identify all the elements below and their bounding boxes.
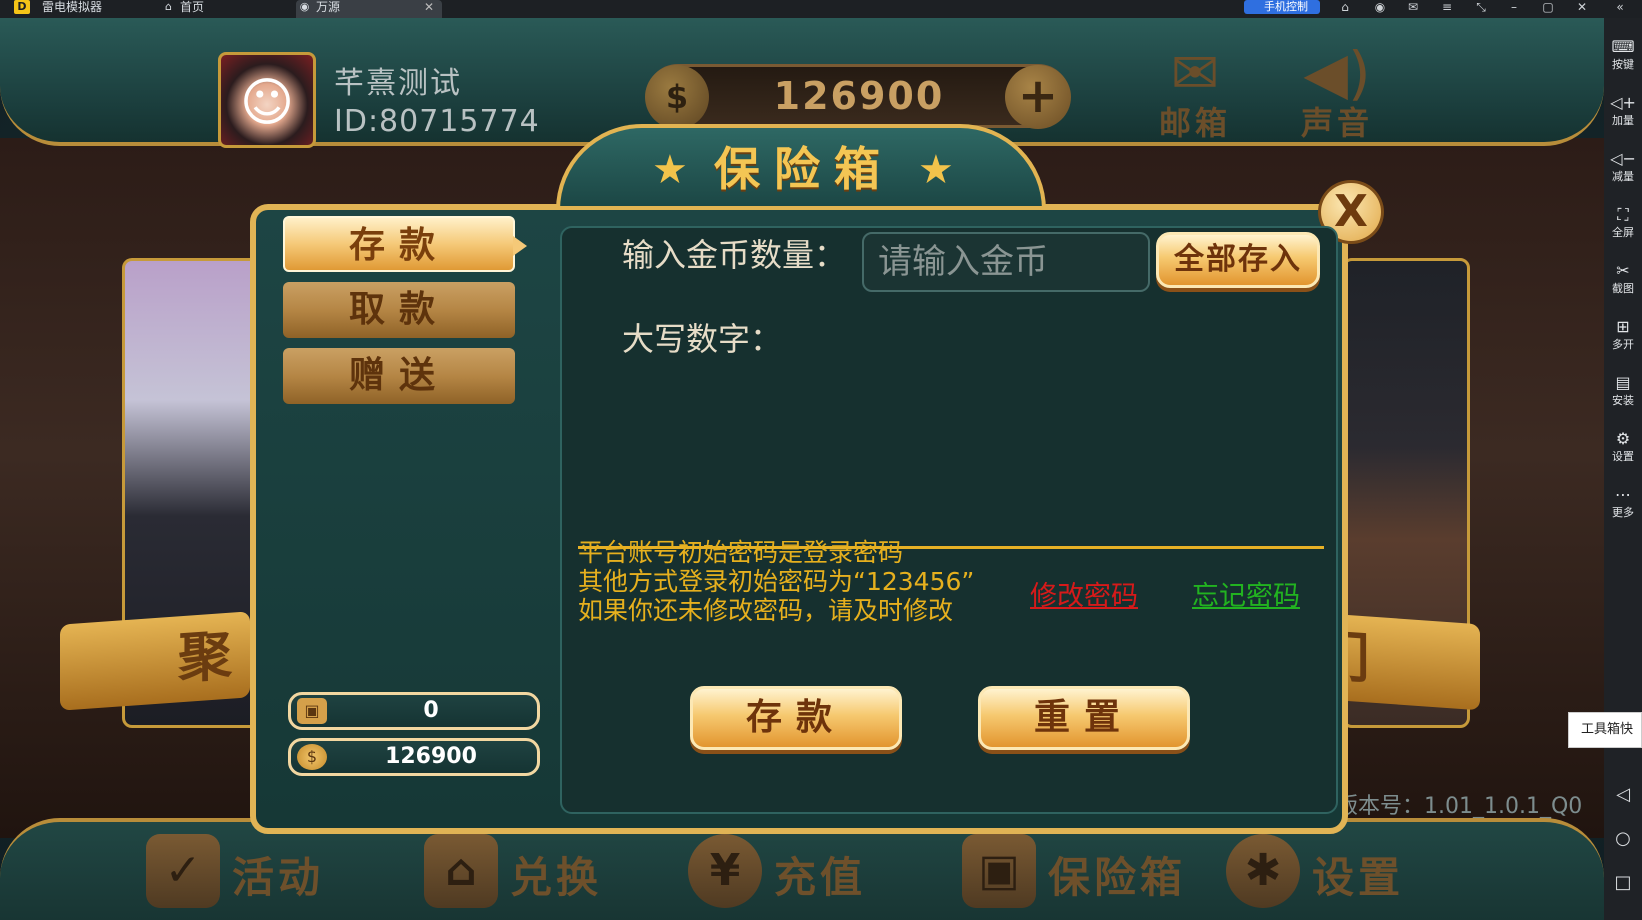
reset-button[interactable]: 重置 (978, 686, 1190, 750)
home-icon: ⌂ (165, 0, 172, 13)
tab-gift-label: 赠送 (348, 355, 449, 396)
safe-modal-layer: ★ 保险箱 ★ X 存款 取款 赠送 ▣ 0 $ 126900 输入金币数量： … (0, 18, 1604, 920)
emulator-window: D 雷电模拟器 ⌂ 首页 ◉ 万源 ✕ 手机控制 ⌂ ◉ ✉ ≡ ⤡ – ▢ ✕… (0, 0, 1642, 920)
amount-input[interactable]: 请输入金币 (862, 232, 1150, 292)
emulator-sidebar: ⌨ 按键 ◁+ 加量 ◁− 减量 ⛶ 全屏 ✂ 截图 ⊞ 多开 ▤ 安装 ⚙ 设置 ⋯ 更多 ◁ … (1604, 18, 1642, 920)
close-tab-icon[interactable]: ✕ (424, 0, 434, 14)
emulator-title-bar: D 雷电模拟器 ⌂ 首页 ◉ 万源 ✕ 手机控制 ⌂ ◉ ✉ ≡ ⤡ – ▢ ✕… (0, 0, 1642, 18)
sidebar-item-label: 按键 (1612, 58, 1634, 71)
sidebar-item-label: 加量 (1612, 114, 1634, 127)
sidebar-item-label: 更多 (1612, 506, 1634, 519)
tab-home[interactable]: ⌂ 首页 (160, 0, 280, 18)
deposit-all-button[interactable]: 全部存入 (1156, 232, 1320, 288)
star-icon: ★ (652, 147, 688, 193)
app-icon: ◉ (299, 0, 310, 13)
coin-icon: $ (297, 744, 327, 770)
account-icon[interactable]: ◉ (1372, 0, 1388, 14)
multi-instance-icon: ⊞ (1616, 317, 1630, 336)
maximize-icon[interactable]: ▢ (1540, 0, 1556, 14)
tab-gift[interactable]: 赠送 (283, 348, 515, 404)
sidebar-item-fullscreen[interactable]: ⛶ 全屏 (1604, 196, 1642, 248)
recents-square-icon[interactable]: □ (1604, 868, 1642, 898)
active-tab-arrow-icon (513, 236, 527, 256)
tab-deposit[interactable]: 存款 (283, 216, 527, 272)
menu-icon[interactable]: ≡ (1439, 0, 1455, 14)
uppercase-number-label: 大写数字： (622, 320, 783, 358)
sidebar-item-install[interactable]: ▤ 安装 (1604, 364, 1642, 416)
deposit-button[interactable]: 存款 (690, 686, 902, 750)
tab-app-label: 万源 (316, 0, 341, 14)
scissors-icon: ✂ (1616, 261, 1630, 280)
restore-icon[interactable]: ⤡ (1473, 0, 1489, 14)
sidebar-item-label: 全屏 (1612, 226, 1634, 239)
notice-line: 平台账号初始密码是登录密码 (578, 538, 904, 567)
safe-balance-row: ▣ 0 (288, 692, 540, 730)
home-circle-icon[interactable]: ○ (1604, 824, 1642, 854)
sidebar-item-keys[interactable]: ⌨ 按键 (1604, 28, 1642, 80)
sidebar-item-label: 安装 (1612, 394, 1634, 407)
notice-line: 其他方式登录初始密码为“123456” (578, 567, 975, 596)
safe-balance-value: 0 (423, 698, 439, 723)
modal-title-plate: ★ 保险箱 ★ (556, 124, 1046, 210)
sidebar-item-settings[interactable]: ⚙ 设置 (1604, 420, 1642, 472)
emulator-app-name: 雷电模拟器 (22, 0, 142, 18)
tab-deposit-label: 存款 (348, 225, 449, 266)
back-icon[interactable]: ◁ (1604, 780, 1642, 810)
volume-up-icon: ◁+ (1610, 93, 1636, 112)
keyboard-icon: ⌨ (1611, 37, 1635, 56)
sidebar-item-label: 设置 (1612, 450, 1634, 463)
fullscreen-icon: ⛶ (1617, 205, 1629, 224)
gear-icon: ⚙ (1615, 429, 1631, 448)
apk-install-icon: ▤ (1615, 373, 1631, 392)
briefcase-icon: ▣ (297, 698, 327, 724)
phone-control-button[interactable]: 手机控制 (1244, 0, 1320, 14)
tab-withdraw[interactable]: 取款 (283, 282, 515, 338)
change-password-link[interactable]: 修改密码 (1030, 574, 1138, 613)
toolbox-tooltip[interactable]: 工具箱快 (1568, 712, 1642, 748)
more-icon: ⋯ (1615, 485, 1631, 504)
sidebar-item-label: 截图 (1612, 282, 1634, 295)
sidebar-item-label: 多开 (1612, 338, 1634, 351)
tab-withdraw-label: 取款 (348, 289, 449, 330)
phone-control-label: 手机控制 (1264, 0, 1308, 13)
amount-input-placeholder: 请输入金币 (878, 242, 1048, 282)
emulator-app-name-label: 雷电模拟器 (42, 0, 103, 14)
forgot-password-link[interactable]: 忘记密码 (1192, 574, 1300, 613)
sidebar-item-multi[interactable]: ⊞ 多开 (1604, 308, 1642, 360)
wallet-balance-row: $ 126900 (288, 738, 540, 776)
sidebar-item-volume-up[interactable]: ◁+ 加量 (1604, 84, 1642, 136)
sidebar-item-more[interactable]: ⋯ 更多 (1604, 476, 1642, 528)
tab-home-label: 首页 (180, 0, 205, 14)
mail-icon[interactable]: ✉ (1405, 0, 1421, 14)
volume-down-icon: ◁− (1610, 149, 1636, 168)
star-icon: ★ (918, 147, 954, 193)
notice-line: 如果你还未修改密码，请及时修改 (578, 596, 954, 625)
bookmark-icon[interactable]: ⌂ (1337, 0, 1353, 14)
collapse-sidebar-icon[interactable]: « (1612, 0, 1628, 14)
sidebar-item-volume-down[interactable]: ◁− 减量 (1604, 140, 1642, 192)
close-window-icon[interactable]: ✕ (1574, 0, 1590, 14)
sidebar-item-label: 减量 (1612, 170, 1634, 183)
minimize-icon[interactable]: – (1506, 0, 1522, 14)
wallet-balance-value: 126900 (385, 744, 477, 769)
sidebar-item-screenshot[interactable]: ✂ 截图 (1604, 252, 1642, 304)
modal-title: 保险箱 (714, 142, 894, 196)
amount-label: 输入金币数量： (622, 236, 847, 274)
tab-app[interactable]: ◉ 万源 ✕ (296, 0, 442, 18)
